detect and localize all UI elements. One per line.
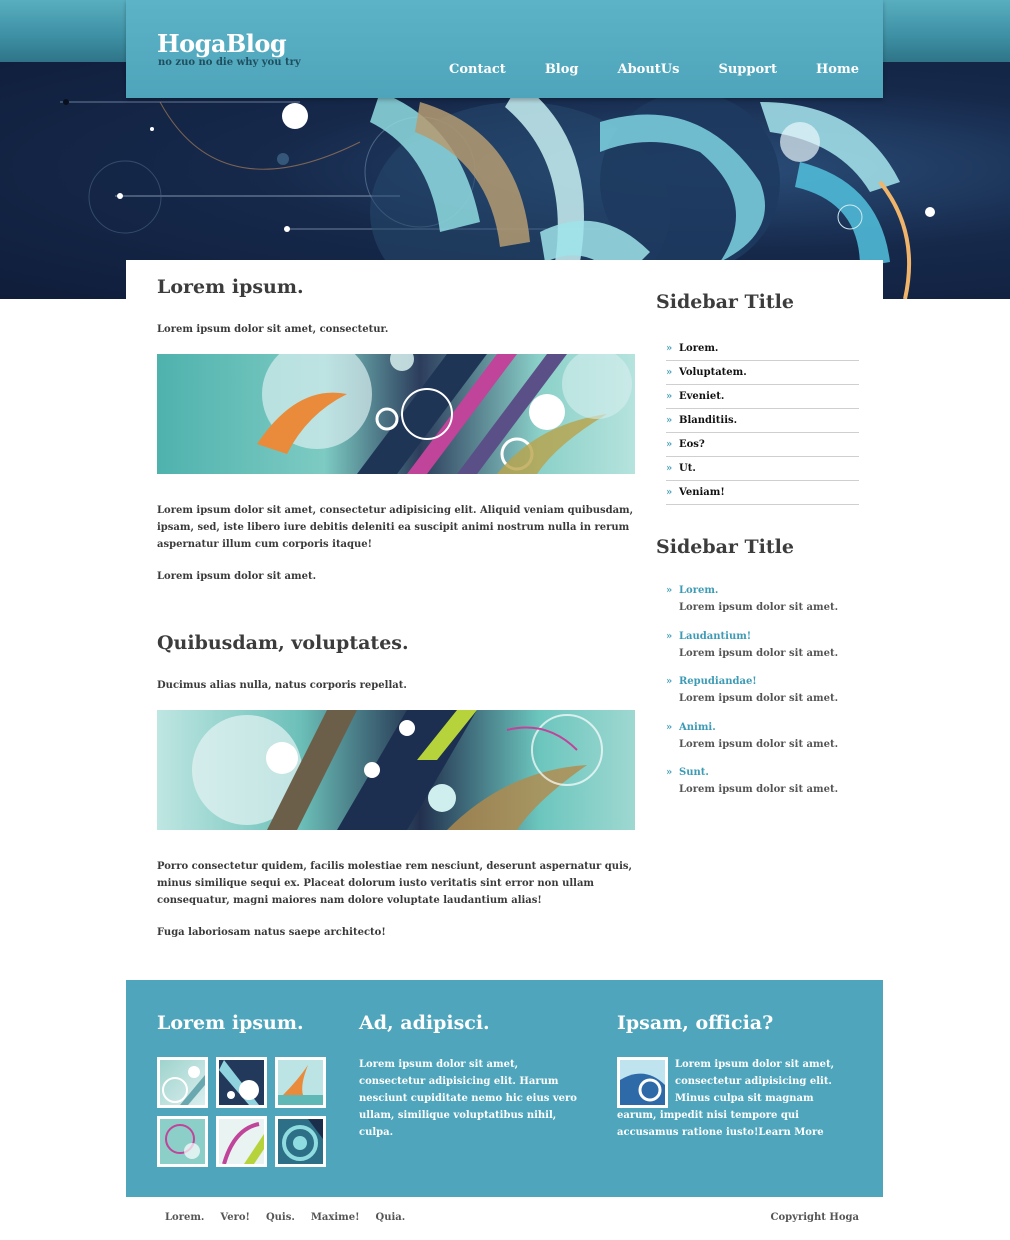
sidebar-entry-link[interactable]: Animi. <box>679 721 859 735</box>
footer-link[interactable]: Vero! <box>220 1212 250 1223</box>
nav-aboutus[interactable]: AboutUs <box>618 62 680 77</box>
main-nav: Contact Blog AboutUs Support Home <box>410 62 859 77</box>
chevron-right-icon: » <box>666 767 673 778</box>
footer-link[interactable]: Quia. <box>376 1212 406 1223</box>
sidebar-item[interactable]: » Eos? <box>666 433 859 457</box>
sidebar-item[interactable]: » Blanditiis. <box>666 409 859 433</box>
footer-link[interactable]: Maxime! <box>311 1212 360 1223</box>
site-logo[interactable]: HogaBlog <box>157 29 287 58</box>
post-title[interactable]: Quibusdam, voluptates. <box>157 632 409 654</box>
sidebar-item-label: Eos? <box>679 439 705 450</box>
footer-link[interactable]: Lorem. <box>165 1212 204 1223</box>
footer-title: Ad, adipisci. <box>359 1012 490 1034</box>
sidebar-entry: » Animi. Lorem ipsum dolor sit amet. <box>666 721 859 767</box>
sidebar-entry-link[interactable]: Laudantium! <box>679 630 859 644</box>
sidebar-entry-desc: Lorem ipsum dolor sit amet. <box>679 647 839 659</box>
sidebar-entry-link[interactable]: Repudiandae! <box>679 675 859 689</box>
sidebar-entry-desc: Lorem ipsum dolor sit amet. <box>679 693 839 704</box>
footer-title: Ipsam, officia? <box>617 1012 774 1034</box>
chevron-right-icon: » <box>666 676 673 687</box>
sidebar-title: Sidebar Title <box>656 291 794 313</box>
sidebar-item-label: Eveniet. <box>679 391 725 402</box>
sidebar-entry-desc: Lorem ipsum dolor sit amet. <box>679 738 839 750</box>
chevron-right-icon: » <box>666 487 673 498</box>
post-intro: Lorem ipsum dolor sit amet, consectetur. <box>157 324 389 335</box>
sidebar-entry-desc: Lorem ipsum dolor sit amet. <box>679 602 839 613</box>
copyright-text: Copyright Hoga <box>770 1212 859 1223</box>
sidebar-entry-link[interactable]: Lorem. <box>679 584 859 598</box>
site-tagline: no zuo no die why you try <box>158 57 301 68</box>
sidebar-item[interactable]: » Eveniet. <box>666 385 859 409</box>
sidebar-entry-link[interactable]: Sunt. <box>679 766 859 780</box>
sidebar-item[interactable]: » Veniam! <box>666 481 859 505</box>
thumb-artwork <box>219 1060 259 1105</box>
thumb-artwork <box>278 1065 323 1105</box>
thumb-artwork <box>165 1124 200 1159</box>
thumb-artwork <box>282 1119 323 1161</box>
post-body: Porro consectetur quidem, facilis molest… <box>157 861 632 906</box>
sidebar-entry: » Laudantium! Lorem ipsum dolor sit amet. <box>666 630 859 676</box>
sidebar-item[interactable]: » Lorem. <box>666 337 859 361</box>
nav-contact[interactable]: Contact <box>449 62 506 77</box>
post-body: Lorem ipsum dolor sit amet, consectetur … <box>157 505 634 550</box>
chevron-right-icon: » <box>666 367 673 378</box>
sidebar-entry: » Lorem. Lorem ipsum dolor sit amet. <box>666 584 859 630</box>
sidebar-entry-desc: Lorem ipsum dolor sit amet. <box>679 784 839 795</box>
gallery-thumb[interactable] <box>157 1116 208 1167</box>
chevron-right-icon: » <box>666 630 673 642</box>
post-intro: Ducimus alias nulla, natus corporis repe… <box>157 680 407 691</box>
footer-title: Lorem ipsum. <box>157 1012 304 1034</box>
footer-promo: Lorem ipsum dolor sit amet, consectetur … <box>617 1056 842 1141</box>
sidebar-item[interactable]: » Ut. <box>666 457 859 481</box>
site-footer: Lorem ipsum. Ad, adipisci. Lorem ipsum d… <box>126 980 883 1197</box>
sidebar-item[interactable]: » Voluptatem. <box>666 361 859 385</box>
chevron-right-icon: » <box>666 439 673 450</box>
footer-link[interactable]: Quis. <box>266 1212 295 1223</box>
sidebar-item-label: Voluptatem. <box>679 367 747 378</box>
post-image <box>157 710 635 830</box>
chevron-right-icon: » <box>666 415 673 426</box>
learn-more-link[interactable]: Learn More <box>758 1127 823 1138</box>
gallery-thumb[interactable] <box>275 1116 326 1167</box>
sidebar-entry: » Sunt. Lorem ipsum dolor sit amet. <box>666 766 859 812</box>
post-image <box>157 354 635 474</box>
chevron-right-icon: » <box>666 585 673 596</box>
post-closing: Lorem ipsum dolor sit amet. <box>157 571 317 582</box>
sidebar-item-label: Veniam! <box>679 487 725 498</box>
sidebar-entry-list: » Lorem. Lorem ipsum dolor sit amet. » Laud… <box>666 584 859 812</box>
chevron-right-icon: » <box>666 391 673 402</box>
gallery-thumb[interactable] <box>216 1057 267 1108</box>
chevron-right-icon: » <box>666 721 673 733</box>
nav-home[interactable]: Home <box>816 62 859 77</box>
float-spacer <box>617 1056 675 1106</box>
footer-nav: Lorem. Vero! Quis. Maxime! Quia. <box>165 1212 421 1223</box>
gallery-thumb[interactable] <box>157 1057 208 1108</box>
gallery-thumb[interactable] <box>275 1057 326 1108</box>
gallery-thumb[interactable] <box>216 1116 267 1167</box>
thumb-artwork <box>222 1122 264 1164</box>
chevron-right-icon: » <box>666 343 673 354</box>
thumb-artwork <box>162 1066 205 1105</box>
nav-support[interactable]: Support <box>718 62 777 77</box>
sidebar-entry: » Repudiandae! Lorem ipsum dolor sit amet. <box>666 675 859 721</box>
banner-artwork <box>257 354 632 474</box>
nav-blog[interactable]: Blog <box>545 62 579 77</box>
site-header: HogaBlog no zuo no die why you try Conta… <box>126 0 883 98</box>
footer-text: Lorem ipsum dolor sit amet, consectetur … <box>359 1059 577 1138</box>
sidebar-link-list: » Lorem. » Voluptatem. » Eveniet. » Blanditi… <box>666 337 859 505</box>
sidebar-item-label: Ut. <box>679 463 696 474</box>
sidebar-item-label: Blanditiis. <box>679 415 738 426</box>
sidebar-item-label: Lorem. <box>679 343 719 354</box>
sidebar-title: Sidebar Title <box>656 536 794 558</box>
banner-artwork <box>192 710 603 830</box>
post-closing: Fuga laboriosam natus saepe architecto! <box>157 927 386 938</box>
chevron-right-icon: » <box>666 463 673 474</box>
post-title[interactable]: Lorem ipsum. <box>157 276 304 298</box>
